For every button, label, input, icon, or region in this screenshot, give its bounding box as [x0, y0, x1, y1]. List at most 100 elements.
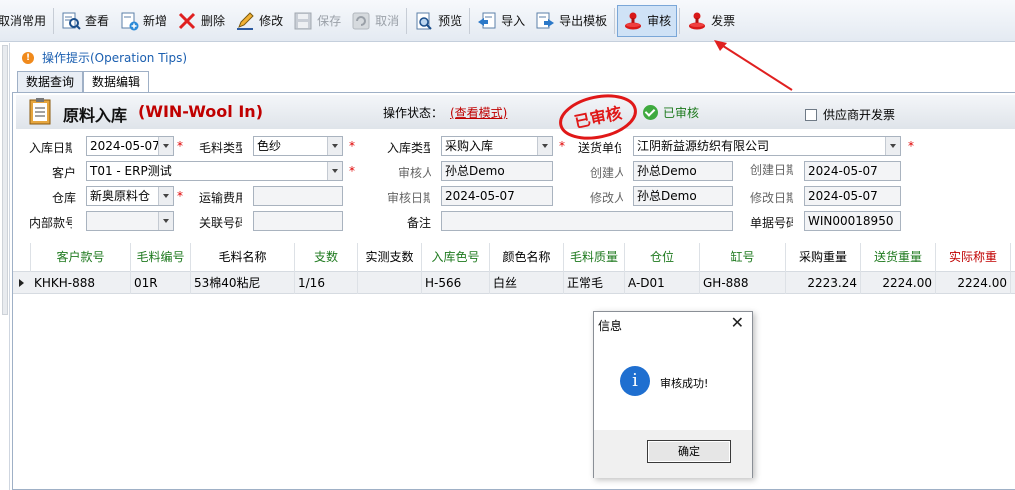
column-header[interactable]: 客户款号 — [31, 243, 131, 272]
chevron-down-icon[interactable] — [327, 137, 342, 155]
table-cell[interactable]: 白丝 — [490, 272, 564, 294]
column-header[interactable]: 实测支数 — [358, 243, 422, 272]
cancel-favorite-label: 取消常用 — [0, 14, 47, 28]
column-header[interactable]: 采购重量 — [786, 243, 861, 272]
audit-button[interactable]: 审核 — [617, 4, 678, 37]
preview-icon — [414, 11, 434, 31]
annotation-arrow — [714, 40, 793, 91]
required-mark: * — [349, 164, 355, 178]
warehouse-label: 仓库 — [52, 191, 77, 205]
modify-date-field[interactable]: 2024-05-07 — [804, 186, 901, 206]
column-header[interactable]: 毛料编号 — [131, 243, 191, 272]
wool-type-value: 色纱 — [257, 139, 282, 153]
chevron-down-icon[interactable] — [158, 137, 173, 155]
table-cell[interactable]: GH-888 — [700, 272, 786, 294]
column-header[interactable]: 毛料名称 — [191, 243, 295, 272]
in-date-field[interactable]: 2024-05-07 — [86, 136, 174, 156]
table-cell[interactable]: 1/16 — [295, 272, 358, 294]
tab-data-edit[interactable]: 数据编辑 — [83, 71, 150, 94]
save-icon — [293, 11, 313, 31]
table-cell[interactable] — [358, 272, 422, 294]
add-button[interactable]: 新增 — [114, 5, 172, 37]
table-cell[interactable]: A-D01 — [625, 272, 700, 294]
creator-label: 创建人 — [590, 166, 623, 180]
creator-field[interactable]: 孙总Demo — [633, 161, 733, 181]
doc-no-field[interactable]: WIN00018950 — [804, 211, 901, 231]
invoice-button[interactable]: 发票 — [682, 5, 740, 37]
toolbar-separator — [406, 7, 408, 34]
chevron-down-icon[interactable] — [158, 212, 173, 230]
table-cell[interactable]: 01R — [131, 272, 191, 294]
column-header[interactable]: 支数 — [295, 243, 358, 272]
column-header[interactable]: 实际称重 — [936, 243, 1011, 272]
required-mark: * — [559, 139, 565, 153]
auditor-field[interactable]: 孙总Demo — [441, 161, 553, 181]
chevron-down-icon[interactable] — [885, 137, 900, 155]
required-mark: * — [349, 139, 355, 153]
table-cell[interactable]: 53棉40粘尼 — [191, 272, 295, 294]
preview-button[interactable]: 预览 — [409, 5, 467, 37]
chevron-down-icon[interactable] — [327, 162, 342, 180]
save-button[interactable]: 保存 — [288, 5, 346, 37]
in-type-label: 入库类型 — [387, 141, 430, 155]
import-button[interactable]: 导入 — [472, 5, 530, 37]
in-type-field[interactable]: 采购入库 — [441, 136, 553, 156]
column-header[interactable]: 颜色名称 — [490, 243, 564, 272]
column-header[interactable]: 送货重量 — [861, 243, 936, 272]
table-cell[interactable]: 2224.00 — [861, 272, 936, 294]
operation-tips[interactable]: ! 操作提示(Operation Tips) — [22, 49, 187, 66]
cancel-button[interactable]: 取消 — [346, 5, 404, 37]
close-icon[interactable]: ✕ — [731, 313, 744, 332]
column-header[interactable]: 入库色号 — [422, 243, 490, 272]
grid-header: 客户款号 毛料编号 毛料名称 支数 实测支数 入库色号 颜色名称 毛料质量 仓位… — [13, 243, 1015, 272]
supplier-label: 送货单位 — [578, 141, 621, 155]
column-header[interactable]: 仓位 — [625, 243, 700, 272]
operation-status-link[interactable]: (查看模式) — [450, 104, 507, 121]
related-no-field[interactable] — [253, 211, 343, 231]
required-mark: * — [908, 139, 914, 153]
page-title: 原料入库 — [63, 106, 128, 125]
table-cell[interactable]: H-566 — [422, 272, 490, 294]
supplier-invoice-checkbox[interactable]: 供应商开发票 — [805, 106, 895, 123]
view-button[interactable]: 查看 — [56, 5, 114, 37]
modifier-field[interactable]: 孙总Demo — [633, 186, 733, 206]
table-row[interactable]: KHKH-888 01R 53棉40粘尼 1/16 H-566 白丝 正常毛 A… — [13, 272, 1015, 294]
column-header[interactable]: 缸号 — [700, 243, 786, 272]
checkbox-box[interactable] — [805, 108, 817, 121]
tab-data-query[interactable]: 数据查询 — [17, 71, 84, 93]
audit-status: 已审核 — [643, 104, 699, 121]
left-scrollbar[interactable] — [2, 45, 8, 315]
in-type-value: 采购入库 — [445, 139, 494, 153]
column-header[interactable]: 毛料质量 — [564, 243, 625, 272]
delete-icon — [177, 11, 197, 31]
export-template-button[interactable]: 导出模板 — [530, 5, 612, 37]
modifier-label: 修改人 — [590, 191, 623, 205]
audit-date-field[interactable]: 2024-05-07 — [441, 186, 553, 206]
table-cell[interactable]: 2223.24 — [786, 272, 861, 294]
edit-button[interactable]: 修改 — [230, 5, 288, 37]
info-dialog: 信息 ✕ i 审核成功! 确定 — [593, 311, 753, 478]
delete-button[interactable]: 删除 — [172, 5, 230, 37]
supplier-field[interactable]: 江阴新益源纺织有限公司 — [633, 136, 901, 156]
freight-field[interactable] — [253, 186, 343, 206]
remark-label: 备注 — [407, 216, 432, 230]
remark-field[interactable] — [441, 211, 733, 231]
chevron-down-icon[interactable] — [537, 137, 552, 155]
required-mark: * — [177, 139, 183, 153]
supplier-value: 江阴新益源纺织有限公司 — [637, 139, 770, 153]
table-cell[interactable]: KHKH-888 — [31, 272, 131, 294]
delete-label: 删除 — [201, 14, 226, 28]
table-cell[interactable]: 正常毛 — [564, 272, 625, 294]
wool-type-field[interactable]: 色纱 — [253, 136, 343, 156]
edit-icon — [235, 11, 255, 31]
chevron-down-icon[interactable] — [158, 187, 173, 205]
supplier-invoice-label: 供应商开发票 — [823, 108, 896, 122]
create-date-field[interactable]: 2024-05-07 — [804, 161, 901, 181]
warehouse-field[interactable]: 新奥原料仓 — [86, 186, 174, 206]
page-title-english: (WIN-Wool In) — [138, 102, 263, 121]
ok-button[interactable]: 确定 — [647, 440, 731, 463]
cancel-favorite-button[interactable]: 取消常用 — [0, 5, 51, 37]
internal-style-field[interactable] — [86, 211, 174, 231]
customer-field[interactable]: T01 - ERP测试 — [86, 161, 343, 181]
table-cell[interactable]: 2224.00 — [936, 272, 1011, 294]
